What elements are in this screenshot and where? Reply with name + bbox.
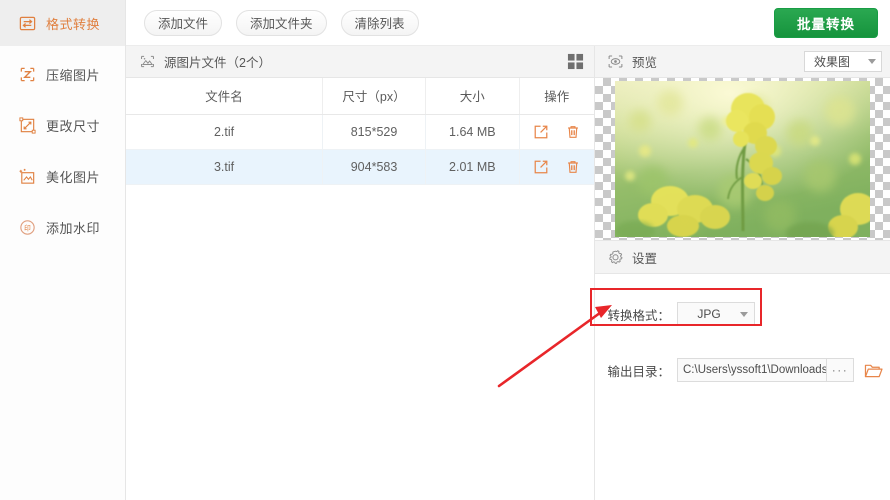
app-window: 格式转换 压缩图片 更改尺寸 美化图片 印 添加水印 添加文件 添加文件夹 清除…	[0, 0, 890, 500]
chevron-down-icon	[740, 311, 748, 317]
cell-filesize: 2.01 MB	[425, 149, 520, 185]
open-external-icon[interactable]	[532, 158, 549, 175]
output-setting-row: 输出目录： C:\Users\yssoft1\Downloads ···	[595, 354, 890, 386]
preview-mode-select[interactable]: 效果图	[804, 51, 882, 72]
preview-canvas	[595, 78, 890, 240]
table-row[interactable]: 2.tif 815*529 1.64 MB	[126, 114, 594, 150]
column-header-filename: 文件名	[126, 78, 324, 115]
preview-settings-pane: 预览 效果图 设置 转换格式： JPG 输出目录： C:\Users\yssof…	[595, 46, 890, 500]
file-table: 文件名 尺寸（px） 大小 操作 2.tif 815*529 1.64 MB 3…	[126, 78, 594, 185]
cell-operations	[519, 114, 594, 150]
preview-image	[615, 81, 870, 237]
file-list-pane: 源图片文件（2个） 文件名 尺寸（px） 大小 操作 2.tif 815*529…	[126, 46, 595, 500]
trash-icon[interactable]	[564, 123, 581, 140]
file-pane-header: 源图片文件（2个）	[126, 46, 594, 78]
row-actions	[520, 123, 594, 140]
sidebar-item-watermark[interactable]: 印 添加水印	[0, 204, 125, 250]
format-convert-icon	[18, 14, 37, 33]
folder-open-icon[interactable]	[863, 361, 883, 379]
resize-image-icon	[18, 116, 37, 135]
compress-image-icon	[18, 65, 37, 84]
browse-dots-button[interactable]: ···	[827, 358, 854, 382]
table-header-row: 文件名 尺寸（px） 大小 操作	[126, 78, 594, 115]
sidebar-item-label: 更改尺寸	[46, 118, 101, 134]
cell-filename: 3.tif	[126, 149, 324, 185]
sidebar-item-compress-image[interactable]: 压缩图片	[0, 51, 125, 97]
gear-icon	[606, 248, 625, 267]
file-list-empty-area	[126, 184, 594, 500]
sidebar-item-beautify-image[interactable]: 美化图片	[0, 153, 125, 199]
grid-view-icon[interactable]	[566, 53, 584, 71]
preview-mode-value: 效果图	[814, 55, 851, 69]
file-table-body: 2.tif 815*529 1.64 MB 3.tif 904*583 2.01…	[126, 114, 594, 185]
sidebar-item-label: 压缩图片	[46, 67, 101, 83]
output-path-field[interactable]: C:\Users\yssoft1\Downloads	[677, 358, 827, 382]
column-header-dimensions: 尺寸（px）	[322, 78, 426, 115]
svg-text:印: 印	[24, 224, 31, 232]
file-table-head: 文件名 尺寸（px） 大小 操作	[126, 78, 594, 115]
preview-header: 预览 效果图	[595, 46, 890, 78]
column-header-filesize: 大小	[425, 78, 520, 115]
add-file-button[interactable]: 添加文件	[144, 9, 223, 36]
settings-title: 设置	[632, 251, 658, 266]
file-pane-title: 源图片文件（2个）	[164, 56, 271, 70]
sidebar-item-label: 添加水印	[46, 220, 101, 236]
row-actions	[520, 158, 594, 175]
table-row[interactable]: 3.tif 904*583 2.01 MB	[126, 149, 594, 185]
cell-filename: 2.tif	[126, 114, 324, 150]
open-external-icon[interactable]	[532, 123, 549, 140]
cell-filesize: 1.64 MB	[425, 114, 520, 150]
watermark-icon: 印	[18, 218, 37, 237]
sidebar-item-format-convert[interactable]: 格式转换	[0, 0, 125, 46]
output-label: 输出目录：	[607, 364, 670, 379]
sidebar-item-resize-image[interactable]: 更改尺寸	[0, 102, 125, 148]
add-folder-button[interactable]: 添加文件夹	[236, 9, 327, 36]
settings-header: 设置	[595, 240, 890, 274]
clear-list-button[interactable]: 清除列表	[340, 9, 419, 36]
cell-dimensions: 815*529	[322, 114, 426, 150]
beautify-image-icon	[18, 167, 37, 186]
content-split: 源图片文件（2个） 文件名 尺寸（px） 大小 操作 2.tif 815*529…	[126, 46, 890, 500]
format-label: 转换格式：	[607, 308, 670, 323]
format-select[interactable]: JPG	[677, 302, 755, 326]
preview-title: 预览	[632, 56, 658, 70]
trash-icon[interactable]	[564, 158, 581, 175]
format-setting-row: 转换格式： JPG	[595, 298, 890, 330]
chevron-down-icon	[868, 59, 876, 64]
sidebar-item-label: 格式转换	[46, 16, 101, 32]
column-header-operations: 操作	[519, 78, 594, 115]
sidebar-item-label: 美化图片	[46, 169, 101, 185]
image-file-icon	[138, 52, 157, 71]
cell-dimensions: 904*583	[322, 149, 426, 185]
batch-convert-button[interactable]: 批量转换	[774, 7, 878, 38]
main-area: 添加文件 添加文件夹 清除列表 批量转换 源图片文件（2个） 文件名 尺寸（px…	[126, 0, 890, 500]
sidebar: 格式转换 压缩图片 更改尺寸 美化图片 印 添加水印	[0, 0, 126, 500]
format-value: JPG	[697, 307, 721, 321]
cell-operations	[519, 149, 594, 185]
toolbar: 添加文件 添加文件夹 清除列表 批量转换	[126, 0, 890, 46]
eye-preview-icon	[606, 52, 625, 71]
